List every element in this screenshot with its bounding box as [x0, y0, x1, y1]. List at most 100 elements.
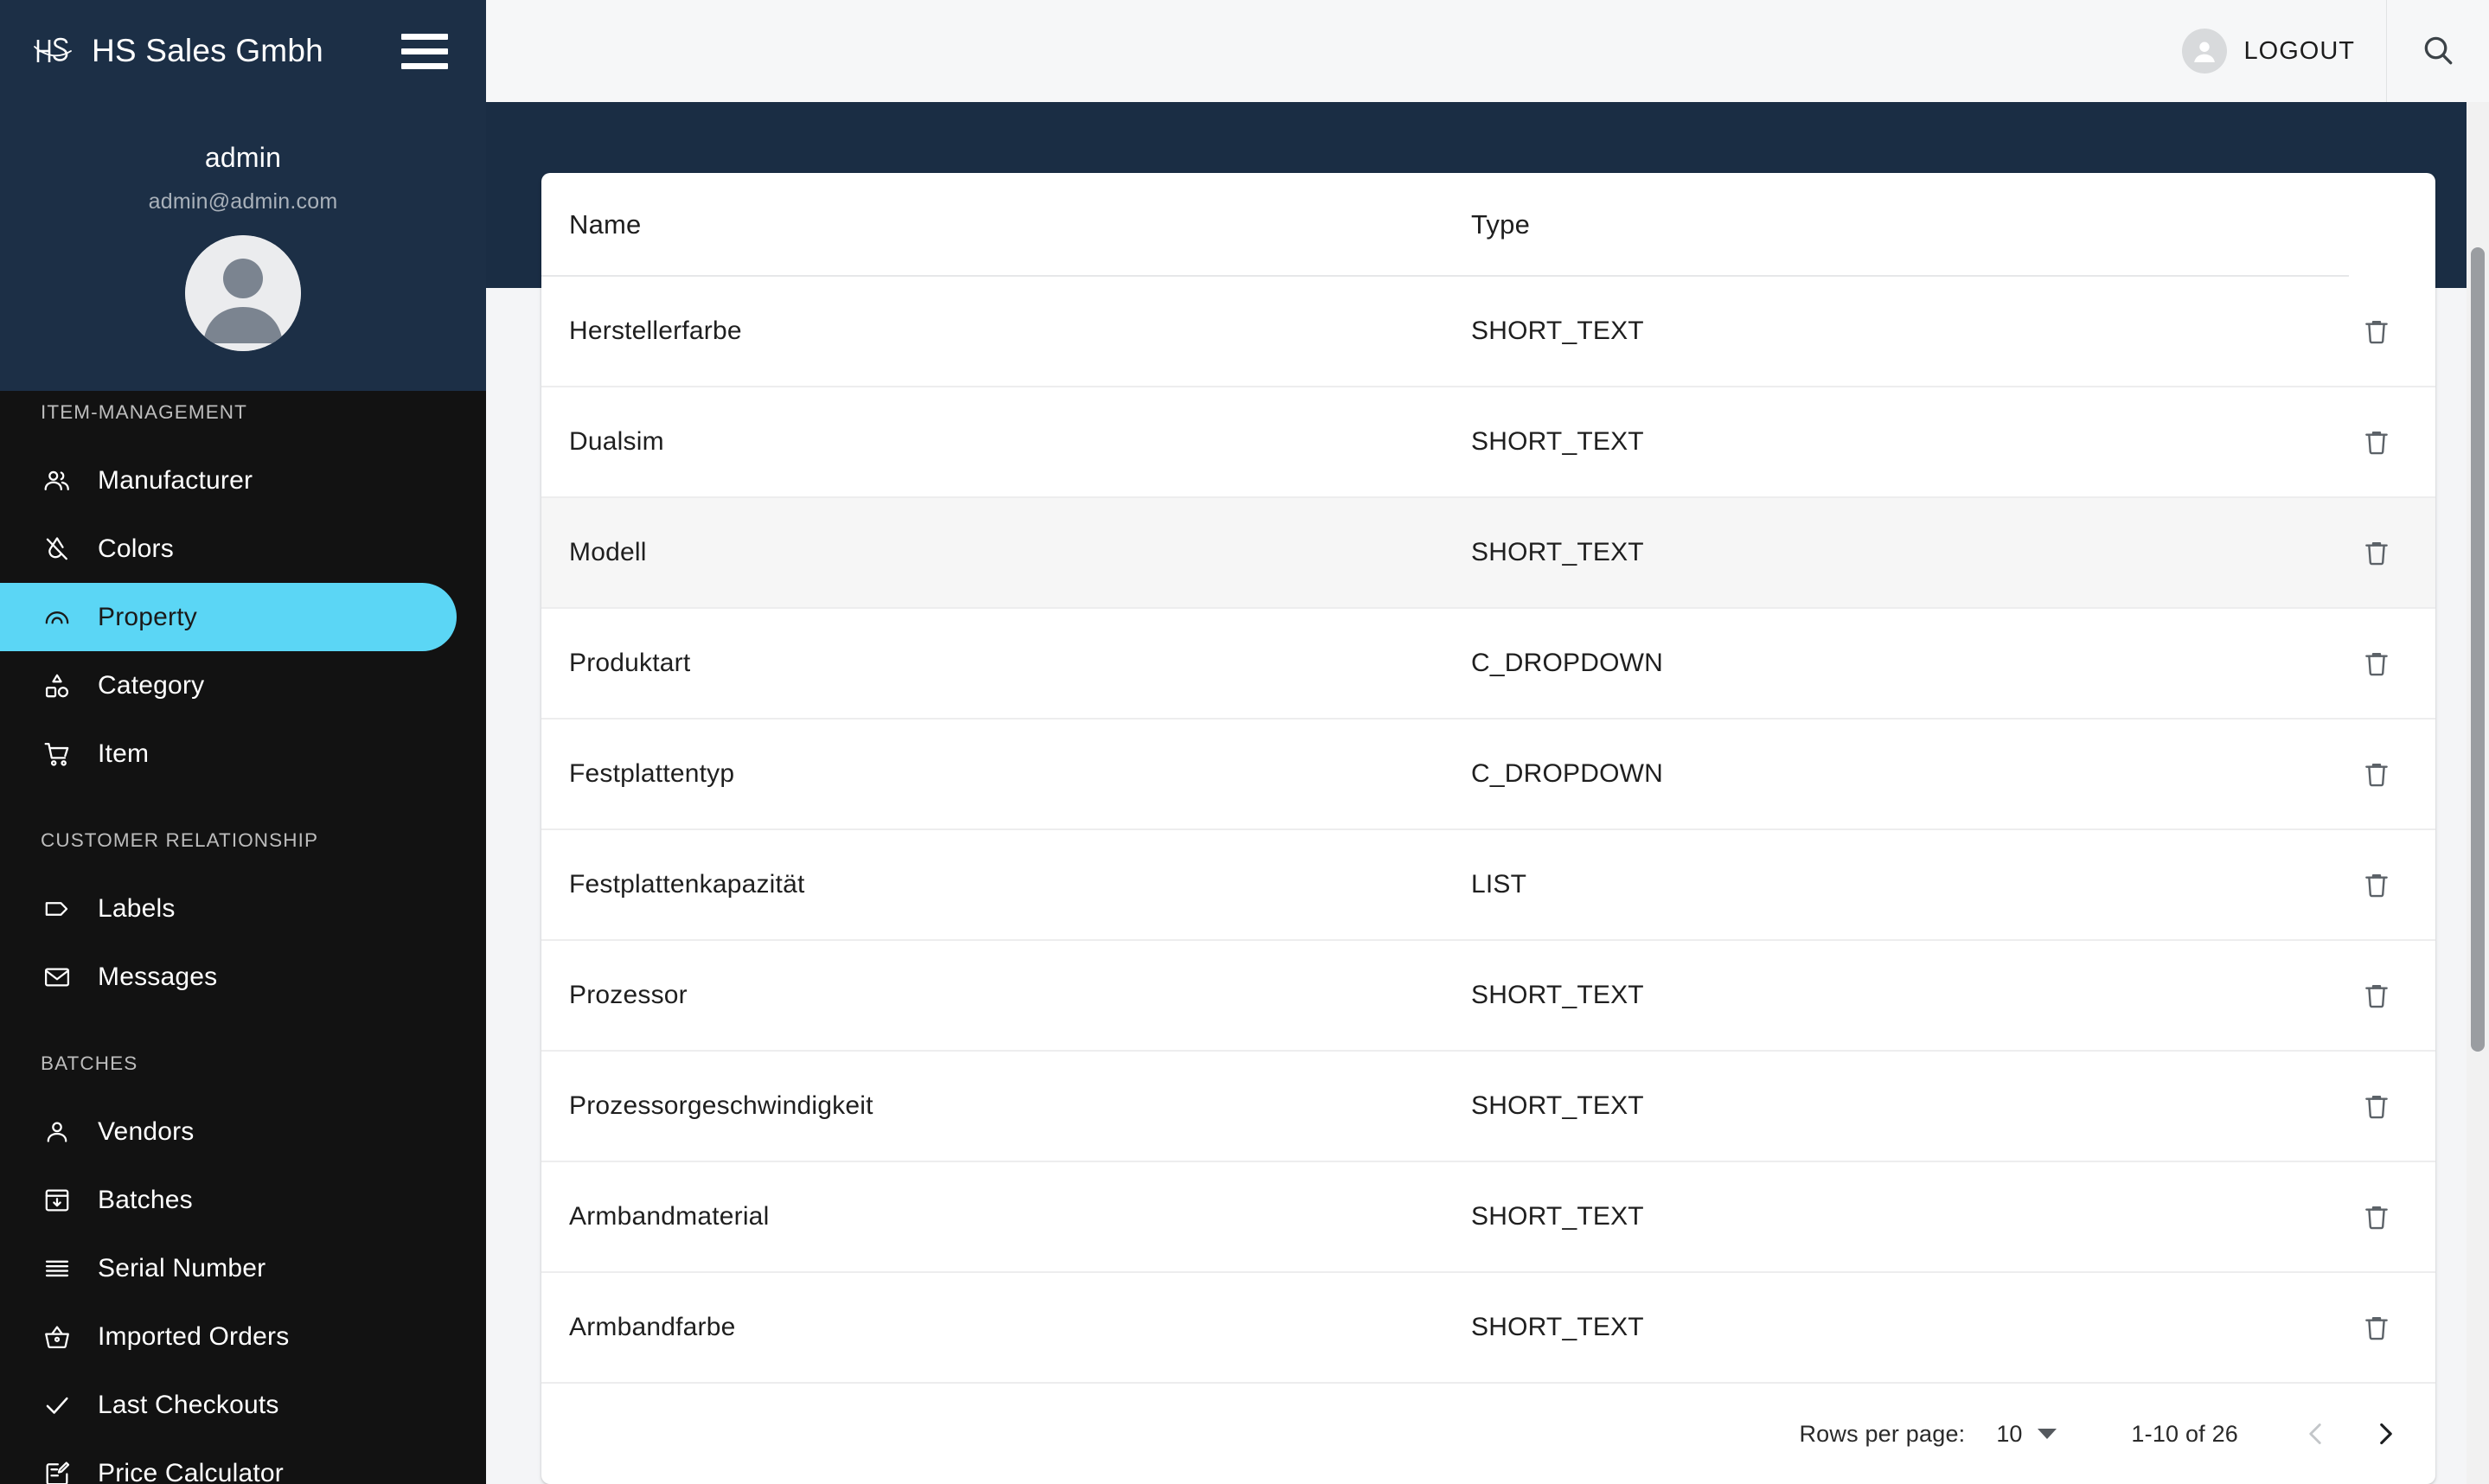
cell-type: SHORT_TEXT: [1471, 1091, 1644, 1120]
cell-type: SHORT_TEXT: [1471, 981, 1644, 1009]
sidebar-item-colors[interactable]: Colors: [0, 515, 486, 583]
table-row[interactable]: Prozessorgeschwindigkeit SHORT_TEXT: [541, 1052, 2435, 1162]
sidebar-item-label: Manufacturer: [98, 465, 253, 495]
table-pagination: Rows per page: 10 1-10 of 26: [541, 1384, 2435, 1484]
people-icon: [41, 464, 74, 497]
chevron-down-icon: [2038, 1429, 2057, 1439]
brand-title: HS Sales Gmbh: [92, 33, 323, 68]
sidebar-item-vendors[interactable]: Vendors: [0, 1097, 486, 1166]
trash-icon: [2365, 1096, 2388, 1119]
user-name: admin: [204, 142, 282, 173]
sidebar-item-item[interactable]: Item: [0, 720, 486, 788]
cell-type: SHORT_TEXT: [1471, 1202, 1644, 1231]
sidebar-item-messages[interactable]: Messages: [0, 943, 486, 1011]
cell-type: SHORT_TEXT: [1471, 538, 1644, 566]
sidebar-item-imported-orders[interactable]: Imported Orders: [0, 1302, 486, 1371]
table-row[interactable]: Herstellerfarbe SHORT_TEXT: [541, 277, 2435, 387]
table-row[interactable]: Festplattenkapazität LIST: [541, 830, 2435, 941]
delete-row-button[interactable]: [2351, 637, 2403, 689]
sidebar-item-serial-number[interactable]: Serial Number: [0, 1234, 486, 1302]
cell-type: C_DROPDOWN: [1471, 649, 1664, 677]
cell-type: C_DROPDOWN: [1471, 759, 1664, 788]
cell-type: LIST: [1471, 870, 1527, 899]
cell-name: Produktart: [569, 649, 691, 677]
sidebar-item-price-calculator[interactable]: Price Calculator: [0, 1439, 486, 1484]
rows-per-page-value: 10: [1996, 1420, 2023, 1447]
trash-icon: [2365, 653, 2388, 676]
table-row[interactable]: Festplattentyp C_DROPDOWN: [541, 720, 2435, 830]
sidebar-item-labels[interactable]: Labels: [0, 874, 486, 943]
cell-name: Armbandmaterial: [569, 1202, 770, 1231]
delete-row-button[interactable]: [2351, 527, 2403, 579]
shopping-cart-icon: [41, 738, 74, 771]
search-button[interactable]: [2387, 0, 2489, 102]
sidebar-item-label: Last Checkouts: [98, 1390, 279, 1419]
sidebar-item-label: Item: [98, 739, 150, 768]
sidebar-item-batches[interactable]: Batches: [0, 1166, 486, 1234]
cell-name: Armbandfarbe: [569, 1313, 736, 1341]
sidebar: HS Sales Gmbh admin admin@admin.com ITEM…: [0, 0, 486, 1484]
sidebar-section-title-customer-relationship: CUSTOMER RELATIONSHIP: [41, 829, 319, 851]
table-row[interactable]: Modell SHORT_TEXT: [541, 498, 2435, 609]
delete-row-button[interactable]: [2351, 1080, 2403, 1132]
next-page-button[interactable]: [2351, 1399, 2420, 1468]
sidebar-item-label: Colors: [98, 534, 174, 563]
sidebar-item-label: Property: [98, 602, 197, 631]
table-row[interactable]: Dualsim SHORT_TEXT: [541, 387, 2435, 498]
rows-per-page-select[interactable]: 10: [1996, 1421, 2057, 1448]
sidebar-item-label: Imported Orders: [98, 1321, 290, 1351]
person-icon: [41, 1116, 74, 1148]
trash-icon: [2365, 1317, 2388, 1340]
delete-row-button[interactable]: [2351, 1191, 2403, 1243]
list-lines-icon: [41, 1252, 74, 1285]
logout-button[interactable]: LOGOUT: [2166, 20, 2381, 82]
trash-icon: [2365, 874, 2388, 898]
trash-icon: [2365, 985, 2388, 1008]
rows-per-page-label: Rows per page:: [1799, 1420, 1966, 1447]
table-row[interactable]: Prozessor SHORT_TEXT: [541, 941, 2435, 1052]
account-circle-icon: [2181, 29, 2227, 74]
delete-row-button[interactable]: [2351, 416, 2403, 468]
cell-type: SHORT_TEXT: [1471, 427, 1644, 456]
tag-icon: [41, 892, 74, 925]
sidebar-item-label: Price Calculator: [98, 1458, 284, 1484]
chevron-right-icon: [2380, 1423, 2392, 1445]
column-header-type: Type: [1471, 209, 1531, 240]
sidebar-item-manufacturer[interactable]: Manufacturer: [0, 446, 486, 515]
default-avatar-icon: [185, 235, 301, 351]
delete-row-button[interactable]: [2351, 748, 2403, 800]
table-row[interactable]: Armbandfarbe SHORT_TEXT: [541, 1273, 2435, 1384]
property-table-card: Name Type Herstellerfarbe SHORT_TEXT Dua…: [541, 173, 2435, 1484]
arch-icon: [41, 601, 74, 634]
table-row[interactable]: Produktart C_DROPDOWN: [541, 609, 2435, 720]
mail-icon: [41, 961, 74, 994]
table-row[interactable]: Armbandmaterial SHORT_TEXT: [541, 1162, 2435, 1273]
delete-row-button[interactable]: [2351, 1302, 2403, 1353]
trash-icon: [2365, 432, 2388, 455]
delete-row-button[interactable]: [2351, 859, 2403, 911]
delete-row-button[interactable]: [2351, 305, 2403, 357]
delete-row-button[interactable]: [2351, 969, 2403, 1021]
vertical-scrollbar[interactable]: [2467, 102, 2489, 1484]
hamburger-menu-icon[interactable]: [401, 32, 450, 70]
sidebar-brand-bar: HS Sales Gmbh: [0, 0, 486, 102]
cell-name: Dualsim: [569, 427, 664, 456]
scrollbar-thumb[interactable]: [2471, 247, 2485, 1052]
sidebar-item-category[interactable]: Category: [0, 651, 486, 720]
previous-page-button[interactable]: [2281, 1399, 2351, 1468]
sidebar-item-label: Serial Number: [98, 1253, 266, 1283]
sidebar-item-label: Batches: [98, 1185, 193, 1214]
sidebar-item-property[interactable]: Property: [0, 583, 457, 651]
sidebar-item-last-checkouts[interactable]: Last Checkouts: [0, 1371, 486, 1439]
table-body: Herstellerfarbe SHORT_TEXT Dualsim SHORT…: [541, 277, 2435, 1384]
cell-name: Prozessorgeschwindigkeit: [569, 1091, 873, 1120]
chevron-left-icon: [2309, 1423, 2321, 1444]
cell-name: Herstellerfarbe: [569, 317, 742, 345]
check-icon: [41, 1389, 74, 1422]
sidebar-item-label: Category: [98, 670, 205, 700]
cell-name: Festplattentyp: [569, 759, 735, 788]
main-area: LOGOUT Name Type Herstellerfarbe SHORT_T…: [486, 0, 2489, 1484]
sidebar-section-title-batches: BATCHES: [41, 1052, 138, 1074]
user-email: admin@admin.com: [148, 189, 338, 214]
basket-icon: [41, 1321, 74, 1353]
